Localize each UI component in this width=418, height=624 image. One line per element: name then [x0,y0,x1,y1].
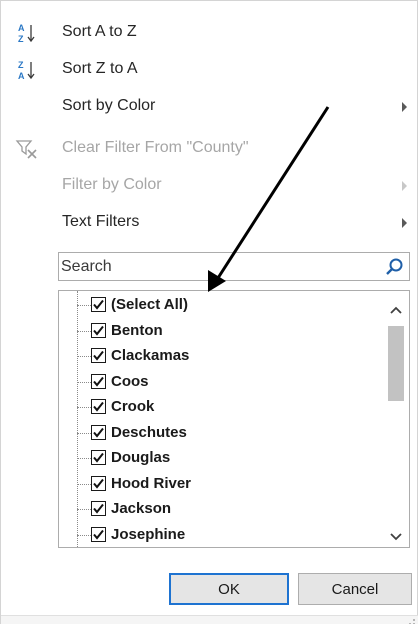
ok-button[interactable]: OK [169,573,289,605]
sort-by-color-label: Sort by Color [62,97,156,114]
list-item-label: Coos [111,372,149,390]
checkbox[interactable] [91,424,106,440]
checkmark-icon [93,376,104,387]
tree-line [77,330,91,332]
filter-dropdown: A Z Sort A to Z Z A Sort Z to A Sort by … [0,0,418,624]
checkmark-icon [93,401,104,412]
sort-z-to-a-label: Sort Z to A [62,60,138,77]
clear-filter-icon [15,137,39,161]
search-input[interactable] [59,253,379,280]
list-item[interactable]: Clackamas [59,345,381,369]
list-item[interactable]: Coos [59,371,381,395]
filter-by-color-menu-item[interactable]: Filter by Color [1,168,418,204]
checkmark-icon [93,452,104,463]
svg-text:Z: Z [18,60,24,70]
list-item[interactable]: Jackson [59,498,381,522]
checkbox[interactable] [91,373,106,389]
filter-by-color-label: Filter by Color [62,176,162,193]
list-item[interactable]: Deschutes [59,422,381,446]
tree-line [77,483,91,485]
tree-line [77,407,91,408]
svg-text:A: A [18,71,25,81]
text-filters-label: Text Filters [62,213,140,230]
search-box [58,252,410,281]
tree-line [77,534,91,536]
select-all-item[interactable]: (Select All) [59,294,381,318]
svg-text:Z: Z [18,34,24,44]
list-item-label: Benton [111,321,163,339]
sort-a-to-z-menu-item[interactable]: A Z Sort A to Z [1,15,418,51]
scroll-up-icon[interactable] [390,301,402,314]
list-item-label: Jackson [111,500,172,517]
list-item-label: (Select All) [111,296,188,313]
list-item-label: Clackamas [111,347,190,364]
cancel-button[interactable]: Cancel [298,573,412,605]
list-item-label: Hood River [111,474,192,492]
list-item-label: Douglas [111,449,171,466]
svg-text:A: A [18,23,25,33]
sort-by-color-menu-item[interactable]: Sort by Color [1,89,418,125]
sort-ascending-icon: A Z [15,21,39,45]
sort-a-to-z-label: Sort A to Z [62,23,137,40]
submenu-arrow-icon [402,102,407,112]
checkmark-icon [93,478,104,489]
checkbox[interactable] [91,348,106,363]
tree-line [77,356,91,357]
list-item-label: Josephine [111,525,186,543]
checkbox[interactable] [91,322,106,338]
checkmark-icon [93,427,104,438]
checkmark-icon [93,529,104,540]
sort-descending-icon: Z A [15,58,39,82]
list-item-label: Deschutes [111,423,187,441]
list-item-label: Crook [111,398,155,415]
checkbox[interactable] [91,501,106,516]
list-item[interactable]: Crook [59,396,381,420]
submenu-arrow-icon [402,218,407,228]
text-filters-menu-item[interactable]: Text Filters [1,205,418,241]
clear-filter-menu-item[interactable]: Clear Filter From "County" [1,131,418,167]
submenu-arrow-icon [402,181,407,191]
scroll-down-icon[interactable] [390,528,402,541]
checkmark-icon [93,350,104,361]
resize-bar [1,615,418,624]
checkbox[interactable] [91,297,106,312]
vertical-scrollbar[interactable] [383,291,409,547]
tree-line [77,458,91,459]
checkmark-icon [93,503,104,514]
checkmark-icon [93,325,104,336]
list-item[interactable]: Josephine [59,524,381,548]
list-item[interactable]: Benton [59,320,381,344]
list-item[interactable]: Douglas [59,447,381,471]
checkbox[interactable] [91,475,106,491]
checkbox[interactable] [91,450,106,465]
search-icon[interactable] [385,257,405,277]
tree-line [77,509,91,510]
tree-line [77,381,91,383]
list-item[interactable]: Hood River [59,473,381,497]
clear-filter-label: Clear Filter From "County" [62,139,249,156]
tree-line [77,432,91,434]
scroll-thumb[interactable] [388,326,404,401]
value-list: (Select All) Benton Clackamas Coos Crook Desc… [58,290,410,548]
tree-line [77,305,91,306]
resize-grip-icon[interactable] [406,615,416,624]
checkmark-icon [93,299,104,310]
checkbox[interactable] [91,526,106,542]
checkbox[interactable] [91,399,106,414]
sort-z-to-a-menu-item[interactable]: Z A Sort Z to A [1,52,418,88]
